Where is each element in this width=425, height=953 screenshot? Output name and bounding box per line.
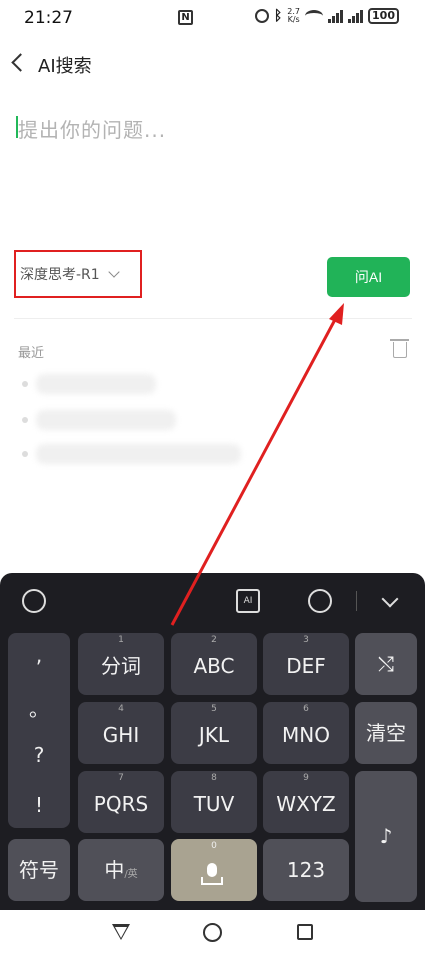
collapse-keyboard-icon[interactable] — [381, 590, 399, 608]
divider — [14, 318, 412, 319]
history-item[interactable] — [22, 410, 176, 430]
signal-icon-1 — [328, 9, 344, 23]
battery-icon: 100 — [368, 8, 399, 24]
keyboard-toolbar: AI — [0, 573, 425, 628]
network-speed-unit: K/s — [287, 15, 300, 24]
key-sub-label: /英 — [124, 869, 138, 880]
key-number: 8 — [211, 773, 217, 783]
bluetooth-icon: ᛒ — [273, 8, 283, 24]
history-dot — [22, 417, 28, 423]
key-label: 123 — [286, 858, 326, 882]
nav-back-icon[interactable] — [112, 924, 130, 940]
history-dot — [22, 451, 28, 457]
history-item[interactable] — [22, 374, 156, 394]
key-label: 符号 — [19, 858, 59, 882]
space-voice-key[interactable]: 0 — [171, 839, 257, 901]
key-label: PQRS — [93, 792, 149, 816]
history-item[interactable] — [22, 444, 241, 464]
key-number: 4 — [118, 704, 124, 714]
emoji-icon[interactable] — [308, 589, 332, 613]
key-label: 清空 — [366, 721, 406, 745]
space-bar-icon — [201, 877, 223, 885]
trash-icon[interactable] — [390, 339, 409, 358]
key-label: TUV — [193, 792, 235, 816]
history-text-blurred — [36, 444, 241, 464]
signal-icon-2 — [348, 9, 364, 23]
model-selector-label: 深度思考-R1 — [20, 267, 100, 283]
numbers-key[interactable]: 123 — [263, 839, 349, 901]
symbols-key[interactable]: 符号 — [8, 839, 70, 901]
enter-key[interactable]: ♪ — [355, 771, 417, 902]
key-label: 分词 — [101, 654, 141, 678]
recent-label: 最近 — [18, 346, 45, 361]
key-number: 9 — [303, 773, 309, 783]
enter-icon: ♪ — [379, 824, 393, 848]
clear-key[interactable]: 清空 — [355, 702, 417, 764]
model-selector[interactable]: 深度思考-R1 — [14, 250, 142, 298]
key-number: 1 — [118, 635, 124, 645]
history-dot — [22, 381, 28, 387]
microphone-icon — [207, 863, 217, 877]
question-input[interactable] — [18, 110, 408, 230]
punct-key[interactable]: , — [8, 643, 70, 667]
key-number: 3 — [303, 635, 309, 645]
key-label: DEF — [286, 654, 326, 678]
key-pqrs[interactable]: 7 PQRS — [78, 771, 164, 833]
network-speed: 2.7 K/s — [287, 8, 300, 24]
wifi-icon — [305, 10, 324, 22]
status-time: 21:27 — [24, 8, 73, 28]
key-jkl[interactable]: 5 JKL — [171, 702, 257, 764]
key-ghi[interactable]: 4 GHI — [78, 702, 164, 764]
punctuation-column[interactable]: , 。 ? ! — [8, 633, 70, 828]
key-number: 0 — [211, 841, 217, 851]
nav-home-icon[interactable] — [203, 923, 222, 942]
punct-key[interactable]: ? — [8, 743, 70, 767]
key-number: 2 — [211, 635, 217, 645]
toolbar-divider — [356, 591, 357, 611]
nav-recents-icon[interactable] — [297, 924, 313, 940]
key-fenci[interactable]: 1 分词 — [78, 633, 164, 695]
key-label: GHI — [102, 723, 140, 747]
keyboard-settings-icon[interactable] — [22, 589, 46, 613]
status-bar: 21:27 N ᛒ 2.7 K/s 100 — [0, 0, 425, 36]
key-label: MNO — [282, 723, 330, 747]
page-title: AI搜索 — [38, 56, 92, 77]
status-indicators: ᛒ 2.7 K/s 100 — [254, 8, 399, 24]
history-text-blurred — [36, 374, 156, 394]
key-def[interactable]: 3 DEF — [263, 633, 349, 695]
key-label: ABC — [193, 654, 235, 678]
punct-key[interactable]: 。 — [8, 693, 70, 722]
ai-write-icon[interactable]: AI — [236, 589, 260, 613]
annotation-arrow-head — [329, 303, 344, 325]
key-tuv[interactable]: 8 TUV — [171, 771, 257, 833]
key-label: 中 — [104, 858, 125, 882]
key-mno[interactable]: 6 MNO — [263, 702, 349, 764]
back-icon[interactable] — [11, 53, 30, 72]
shuffle-icon: ⤭ — [378, 652, 394, 676]
key-label: JKL — [198, 723, 230, 747]
nfc-icon: N — [178, 10, 193, 25]
chevron-down-icon — [108, 265, 120, 278]
key-abc[interactable]: 2 ABC — [171, 633, 257, 695]
punct-key[interactable]: ! — [8, 793, 70, 817]
key-number: 7 — [118, 773, 124, 783]
alarm-icon — [254, 9, 269, 23]
language-switch-key[interactable]: 中/英 — [78, 839, 164, 901]
ask-ai-button[interactable]: 问AI — [327, 257, 410, 297]
shuffle-key[interactable]: ⤭ — [355, 633, 417, 695]
key-label: WXYZ — [276, 792, 336, 816]
key-wxyz[interactable]: 9 WXYZ — [263, 771, 349, 833]
key-number: 6 — [303, 704, 309, 714]
key-number: 5 — [211, 704, 217, 714]
history-text-blurred — [36, 410, 176, 430]
navigation-bar — [0, 910, 425, 953]
